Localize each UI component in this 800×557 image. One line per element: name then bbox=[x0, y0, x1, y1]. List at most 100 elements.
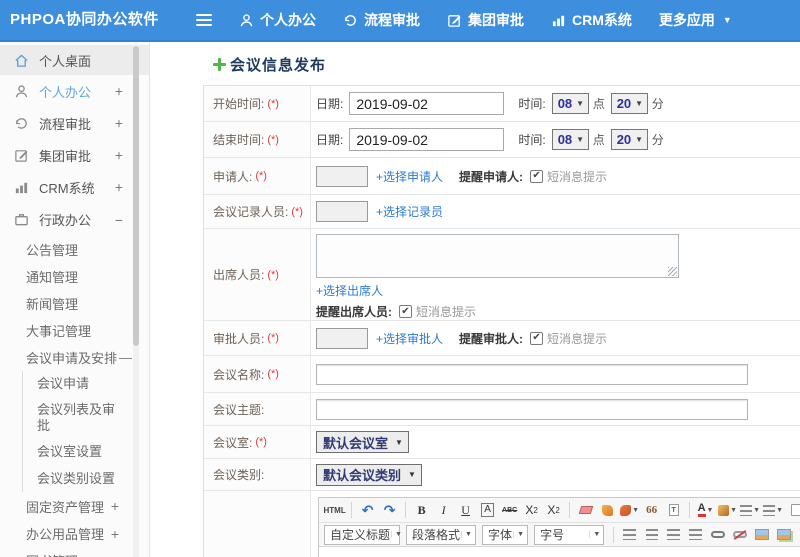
nav-group-approval[interactable]: 集团审批 bbox=[447, 10, 524, 30]
sidebar-item-meeting-category-setup[interactable]: 会议类别设置 bbox=[23, 465, 149, 492]
expand-icon[interactable]: + bbox=[115, 115, 123, 131]
expand-icon[interactable]: + bbox=[115, 147, 123, 163]
expand-icon[interactable]: + bbox=[115, 179, 123, 195]
italic-icon[interactable]: I bbox=[434, 501, 453, 520]
collapse-icon[interactable]: − bbox=[115, 212, 123, 228]
paste-as-text-icon[interactable]: T bbox=[664, 501, 683, 520]
paint-format-icon[interactable]: ▼ bbox=[620, 501, 639, 520]
caret-down-icon: ▼ bbox=[408, 470, 416, 479]
ordered-list-icon[interactable]: ▼ bbox=[740, 501, 760, 520]
sidebar-item-workflow-approval[interactable]: 流程审批 + bbox=[0, 107, 149, 139]
bold-icon[interactable]: B bbox=[412, 501, 431, 520]
format-brush-icon[interactable] bbox=[598, 501, 617, 520]
meeting-name-input[interactable] bbox=[316, 363, 748, 385]
end-hour-select[interactable]: 08 ▼ bbox=[551, 129, 589, 150]
sidebar-item-meeting-list-approval[interactable]: 会议列表及审批 bbox=[23, 397, 149, 439]
choose-recorder-link[interactable]: +选择记录员 bbox=[376, 203, 443, 220]
sidebar-scrollbar[interactable] bbox=[133, 44, 139, 557]
remove-link-icon[interactable] bbox=[730, 525, 749, 544]
underline-icon[interactable]: U bbox=[456, 501, 475, 520]
sidebar-item-group-approval[interactable]: 集团审批 + bbox=[0, 139, 149, 171]
expand-icon[interactable]: + bbox=[115, 83, 123, 99]
approver-input[interactable] bbox=[316, 327, 368, 349]
attendees-textarea[interactable] bbox=[316, 234, 679, 278]
expand-icon[interactable]: + bbox=[111, 553, 119, 557]
font-color-icon[interactable]: A ▼ bbox=[696, 501, 715, 520]
nav-personal-office[interactable]: 个人办公 bbox=[239, 10, 316, 30]
character-border-icon[interactable]: A bbox=[478, 501, 497, 520]
edit-icon bbox=[13, 148, 30, 163]
blockquote-icon[interactable]: 66 bbox=[642, 501, 661, 520]
multi-image-icon[interactable] bbox=[774, 525, 793, 544]
choose-approver-link[interactable]: +选择审批人 bbox=[376, 330, 443, 347]
required-mark: (*) bbox=[267, 368, 279, 380]
start-minute-select[interactable]: 20 ▼ bbox=[610, 93, 648, 114]
insert-image-icon[interactable] bbox=[752, 525, 771, 544]
sidebar-item-desktop[interactable]: 个人桌面 bbox=[0, 45, 149, 75]
custom-heading-select[interactable]: 自定义标题 ▼ bbox=[324, 524, 402, 545]
choose-attendees-link[interactable]: +选择出席人 bbox=[316, 282, 383, 299]
scrollbar-thumb[interactable] bbox=[133, 46, 139, 346]
align-left-icon[interactable] bbox=[620, 525, 639, 544]
menu-toggle-button[interactable] bbox=[196, 11, 212, 29]
sidebar-item-announcement-mgmt[interactable]: 公告管理 bbox=[0, 236, 149, 263]
recorder-input[interactable] bbox=[316, 201, 368, 222]
paragraph-format-select[interactable]: 段落格式 ▼ bbox=[406, 524, 476, 545]
align-center-icon[interactable] bbox=[642, 525, 661, 544]
page-title: 会议信息发布 bbox=[213, 54, 326, 75]
sms-checkbox[interactable]: ✔ bbox=[530, 331, 544, 345]
remove-format-eraser-icon[interactable] bbox=[576, 501, 595, 520]
subscript-icon[interactable]: X2 bbox=[544, 501, 563, 520]
sidebar-item-meeting-apply[interactable]: 会议申请 bbox=[23, 371, 149, 397]
sms-checkbox[interactable]: ✔ bbox=[530, 169, 544, 183]
editor-content-area[interactable] bbox=[319, 546, 800, 557]
insert-link-icon[interactable] bbox=[708, 525, 727, 544]
font-size-select[interactable]: 字号 ▼ bbox=[534, 524, 605, 545]
time-label: 时间: bbox=[518, 97, 546, 111]
sidebar-item-news-mgmt[interactable]: 新闻管理 bbox=[0, 290, 149, 317]
nav-workflow-approval[interactable]: 流程审批 bbox=[343, 10, 420, 30]
align-right-icon[interactable] bbox=[664, 525, 683, 544]
start-date-input[interactable] bbox=[349, 92, 505, 115]
caret-down-icon: ▼ bbox=[635, 99, 644, 108]
redo-icon[interactable]: ↷ bbox=[380, 501, 399, 520]
nav-more-apps[interactable]: 更多应用 ▼ bbox=[659, 10, 732, 30]
end-date-input[interactable] bbox=[349, 128, 505, 151]
align-justify-icon[interactable] bbox=[686, 525, 705, 544]
highlight-color-icon[interactable]: ▼ bbox=[718, 501, 737, 520]
sidebar-item-memorabilia-mgmt[interactable]: 大事记管理 bbox=[0, 317, 149, 344]
user-icon bbox=[239, 13, 254, 28]
nav-crm-system[interactable]: CRM系统 bbox=[551, 10, 632, 30]
applicant-input[interactable] bbox=[316, 165, 368, 187]
meeting-room-select[interactable]: 默认会议室 ▼ bbox=[316, 431, 409, 453]
sidebar-item-office-supplies-mgmt[interactable]: 办公用品管理 + bbox=[0, 520, 149, 547]
sidebar-item-meeting-request-group[interactable]: 会议申请及安排 — bbox=[0, 344, 149, 371]
undo-icon[interactable]: ↶ bbox=[358, 501, 377, 520]
sidebar-item-admin-office[interactable]: 行政办公 − bbox=[0, 203, 149, 236]
sidebar-item-personal-office[interactable]: 个人办公 + bbox=[0, 75, 149, 107]
edit-icon bbox=[447, 13, 462, 28]
end-minute-select[interactable]: 20 ▼ bbox=[610, 129, 648, 150]
sidebar-item-meeting-room-setup[interactable]: 会议室设置 bbox=[23, 439, 149, 465]
choose-applicant-link[interactable]: +选择申请人 bbox=[376, 168, 443, 185]
expand-icon[interactable]: + bbox=[111, 526, 119, 542]
meeting-category-select[interactable]: 默认会议类别 ▼ bbox=[316, 463, 422, 486]
sidebar-item-fixed-assets-mgmt[interactable]: 固定资产管理 + bbox=[0, 492, 149, 520]
sidebar-item-crm-system[interactable]: CRM系统 + bbox=[0, 171, 149, 203]
insert-media-icon[interactable] bbox=[796, 525, 800, 544]
font-family-select[interactable]: 字体 ▼ bbox=[481, 524, 529, 545]
start-hour-select[interactable]: 08 ▼ bbox=[551, 93, 589, 114]
sidebar-item-library-mgmt[interactable]: 图书管理 + bbox=[0, 547, 149, 557]
collapse-icon[interactable]: — bbox=[119, 350, 132, 365]
html-source-button[interactable]: HTML bbox=[324, 501, 346, 520]
expand-icon[interactable]: + bbox=[111, 498, 119, 514]
field-label: 会议类别: bbox=[213, 468, 265, 482]
meeting-subject-input[interactable] bbox=[316, 398, 748, 420]
strikethrough-icon[interactable]: ABC bbox=[500, 501, 519, 520]
sidebar-item-notice-mgmt[interactable]: 通知管理 bbox=[0, 263, 149, 290]
unordered-list-icon[interactable]: ▼ bbox=[763, 501, 783, 520]
superscript-icon[interactable]: X2 bbox=[522, 501, 541, 520]
sms-checkbox[interactable]: ✔ bbox=[399, 305, 412, 318]
new-document-icon[interactable] bbox=[786, 501, 800, 520]
nav-label: CRM系统 bbox=[572, 12, 632, 28]
